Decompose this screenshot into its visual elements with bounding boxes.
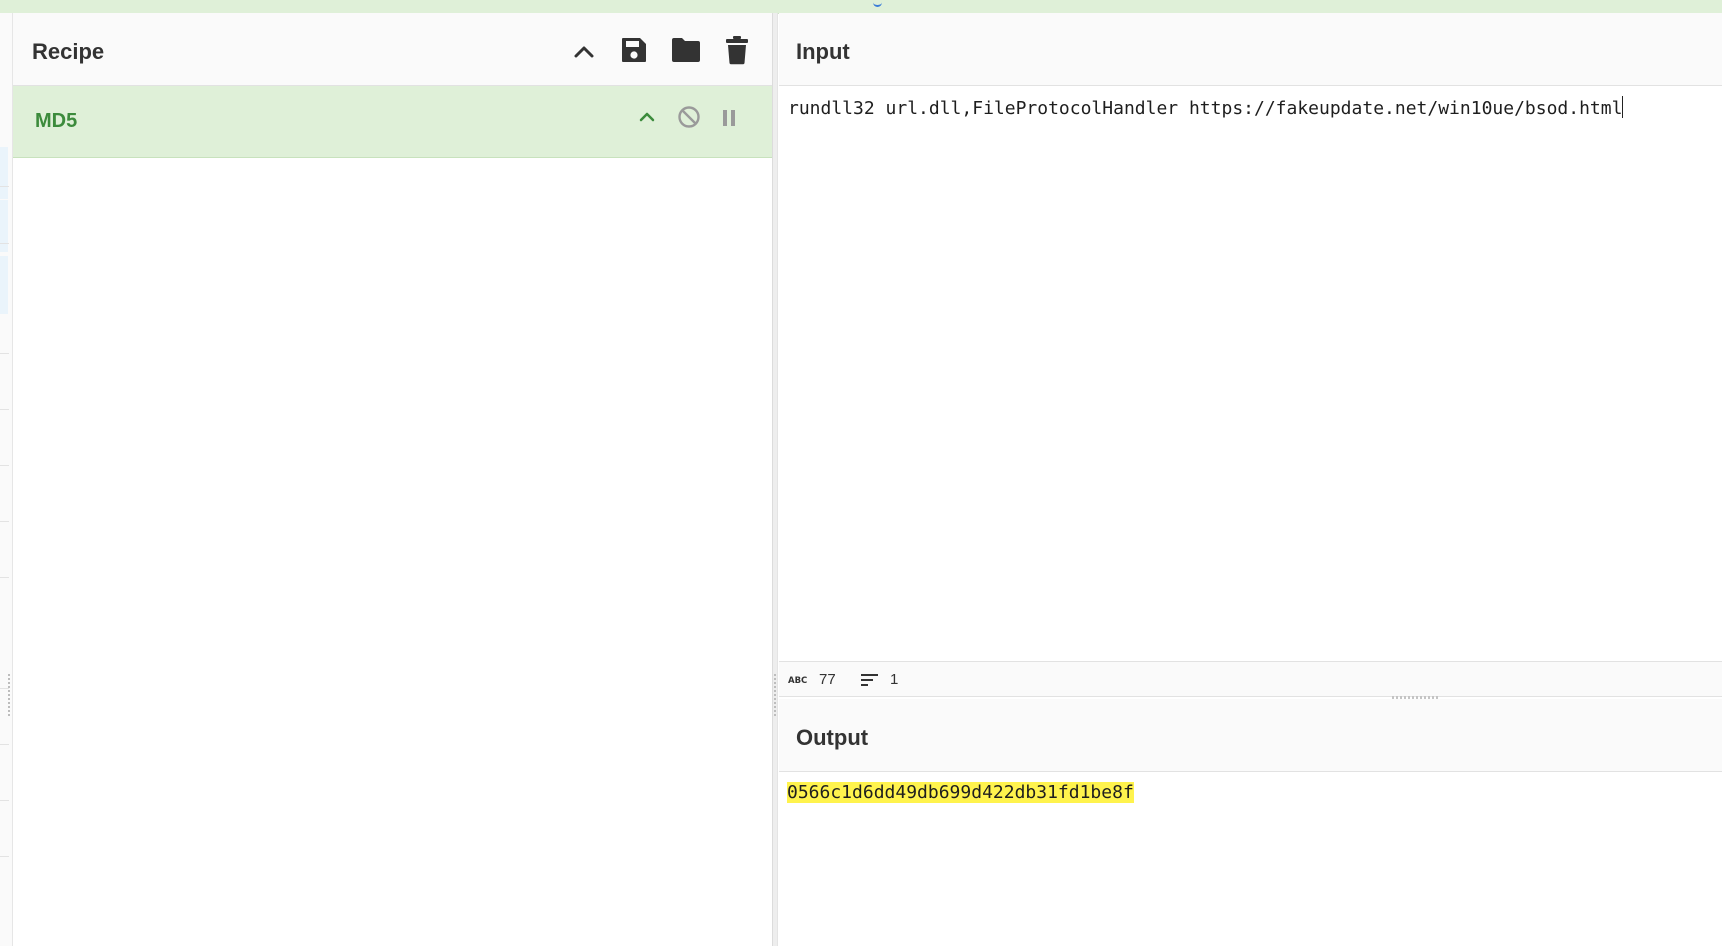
- disable-icon[interactable]: [677, 105, 701, 129]
- list-divider: [0, 521, 9, 522]
- input-header: Input: [779, 13, 1722, 86]
- list-item-highlight: [0, 200, 8, 252]
- input-textarea[interactable]: rundll32 url.dll,FileProtocolHandler htt…: [779, 86, 1722, 661]
- panel-divider[interactable]: [772, 13, 778, 946]
- text-caret: [1622, 96, 1624, 118]
- input-length: 77: [819, 671, 836, 688]
- abc-icon: ABC: [788, 676, 807, 684]
- list-divider: [0, 465, 9, 466]
- operation-name: MD5: [35, 110, 78, 132]
- list-divider: [0, 800, 9, 801]
- center-resize-handle[interactable]: [774, 674, 776, 718]
- chevron-up-icon[interactable]: [637, 107, 657, 127]
- list-divider: [0, 243, 9, 244]
- top-banner: [0, 0, 1722, 14]
- input-status-bar: ABC 77 1: [779, 661, 1722, 697]
- list-divider: [0, 409, 9, 410]
- pause-icon[interactable]: [720, 108, 738, 128]
- output-text: 0566c1d6dd49db699d422db31fd1be8f: [787, 782, 1134, 803]
- output-area[interactable]: 0566c1d6dd49db699d422db31fd1be8f: [779, 772, 1722, 946]
- chevron-up-icon[interactable]: [572, 40, 596, 64]
- recipe-panel: Recipe MD5: [13, 13, 772, 946]
- list-item-highlight: [0, 147, 8, 199]
- list-divider: [0, 353, 9, 354]
- input-text: rundll32 url.dll,FileProtocolHandler htt…: [788, 98, 1623, 119]
- lines-icon: [861, 674, 878, 686]
- input-lines: 1: [890, 671, 899, 688]
- recipe-title: Recipe: [32, 39, 105, 64]
- list-item-highlight: [0, 256, 8, 314]
- banner-link-fragment: [873, 0, 882, 7]
- operations-list-edge: [0, 13, 13, 946]
- save-icon[interactable]: [619, 35, 649, 65]
- list-divider: [0, 186, 9, 187]
- output-title: Output: [796, 725, 869, 750]
- left-resize-handle[interactable]: [8, 674, 10, 718]
- input-title: Input: [796, 39, 850, 64]
- folder-icon[interactable]: [670, 36, 702, 64]
- svg-text:ABC: ABC: [788, 676, 807, 684]
- output-header: Output: [779, 699, 1722, 772]
- recipe-header: Recipe: [13, 13, 772, 86]
- trash-icon[interactable]: [724, 35, 750, 65]
- list-divider: [0, 856, 9, 857]
- list-divider: [0, 577, 9, 578]
- recipe-operation-md5[interactable]: MD5: [13, 86, 772, 158]
- list-divider: [0, 744, 9, 745]
